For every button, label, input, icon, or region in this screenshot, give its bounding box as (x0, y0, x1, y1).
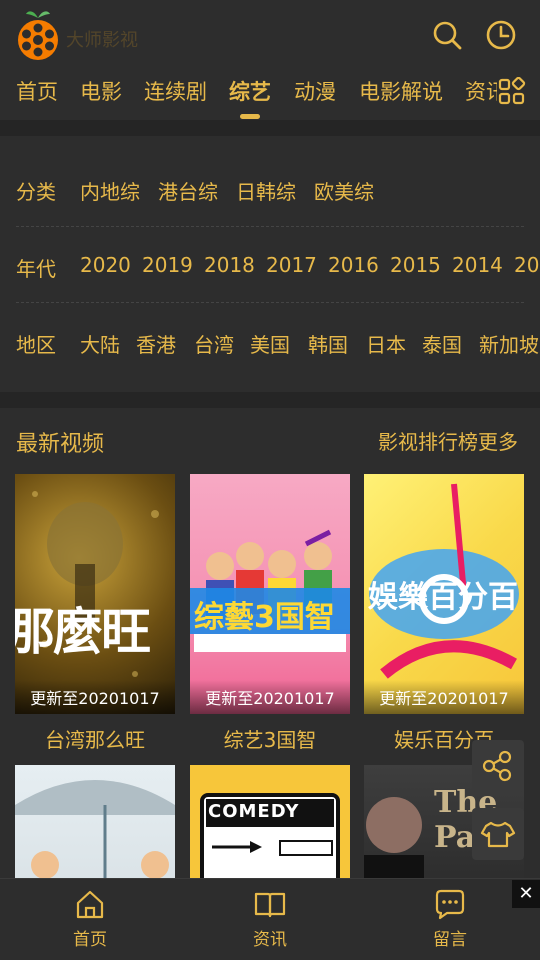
nav-item-series[interactable]: 连续剧 (144, 76, 207, 106)
filter-option[interactable]: 大陆 (80, 329, 120, 358)
app-logo[interactable]: 大师影视 (16, 8, 156, 64)
video-card[interactable]: COMEDY (190, 765, 350, 878)
nav-item-movie-commentary[interactable]: 电影解说 (359, 76, 443, 106)
search-icon[interactable] (430, 18, 464, 52)
grid-menu-icon[interactable] (497, 76, 527, 107)
filter-option[interactable]: 2018 (204, 253, 255, 277)
tab-home[interactable]: 首页 (50, 887, 130, 957)
film-reel-logo-icon (18, 11, 58, 60)
filter-option[interactable]: 泰国 (422, 329, 462, 358)
poster-title-art: 娛樂百分百 (368, 580, 518, 615)
logo-text: 大师影视 (66, 30, 138, 51)
tshirt-icon (480, 821, 516, 848)
video-poster (15, 765, 175, 878)
chat-icon (435, 889, 465, 920)
update-status: 更新至20201017 (190, 680, 350, 714)
latest-videos-section: 最新视频 影视排行榜更多 那麼旺 更新至20201017 台湾那么旺 综藝3国智… (0, 408, 540, 878)
filter-option[interactable]: 韩国 (308, 329, 348, 358)
filter-option[interactable]: 美国 (250, 329, 290, 358)
filter-option[interactable]: 2019 (142, 253, 193, 277)
filter-option[interactable]: 2013 (514, 253, 540, 277)
filter-option[interactable]: 2020 (80, 253, 131, 277)
filter-option[interactable]: 港台综 (158, 176, 218, 205)
tab-messages[interactable]: 留言 (410, 887, 490, 957)
filter-row-year: 年代 2020 2019 2018 2017 2016 2015 2014 20… (16, 227, 540, 303)
category-nav: 首页 电影 连续剧 综艺 动漫 电影解说 资讯 (0, 70, 540, 120)
video-poster: 综藝3国智 更新至20201017 (190, 474, 350, 714)
video-card[interactable]: 那麼旺 更新至20201017 台湾那么旺 (15, 474, 175, 753)
nav-item-variety[interactable]: 综艺 (229, 76, 271, 106)
filter-option[interactable]: 2014 (452, 253, 503, 277)
skin-theme-button[interactable] (472, 808, 524, 860)
nav-item-movies[interactable]: 电影 (80, 76, 122, 106)
filter-option[interactable]: 日本 (366, 329, 406, 358)
tab-label: 首页 (73, 930, 107, 950)
poster-title-art: COMEDY (208, 801, 300, 822)
tab-label: 资讯 (253, 930, 287, 950)
ranking-more-link[interactable]: 影视排行榜更多 (378, 426, 518, 455)
tab-news[interactable]: 资讯 (230, 887, 310, 957)
section-title: 最新视频 (16, 432, 105, 457)
filter-label-category: 分类 (16, 180, 56, 204)
home-icon (76, 890, 104, 919)
filter-label-year: 年代 (16, 257, 56, 281)
video-card[interactable]: 综藝3国智 更新至20201017 综艺3国智 (190, 474, 350, 753)
poster-title-art: 那麼旺 (15, 603, 151, 661)
nav-item-anime[interactable]: 动漫 (294, 76, 336, 106)
video-poster: 那麼旺 更新至20201017 (15, 474, 175, 714)
filter-label-region: 地区 (16, 333, 56, 357)
video-poster: COMEDY (190, 765, 350, 878)
video-card[interactable] (15, 765, 175, 878)
filter-option[interactable]: 日韩综 (236, 176, 296, 205)
active-tab-indicator (240, 114, 260, 119)
video-title: 台湾那么旺 (45, 728, 145, 752)
filter-panel: 分类 内地综 港台综 日韩综 欧美综 年代 2020 2019 2018 201… (0, 136, 540, 392)
app-header: 大师影视 首页 电影 连续剧 综艺 动漫 电影解说 资讯 (0, 0, 540, 120)
video-card[interactable]: 娛樂百分百 更新至20201017 娱乐百分百 (364, 474, 524, 753)
close-ad-button[interactable]: ✕ (512, 880, 540, 908)
share-icon (482, 750, 512, 782)
bottom-navigation: 首页 资讯 留言 (0, 878, 540, 960)
video-poster: 娛樂百分百 更新至20201017 (364, 474, 524, 714)
filter-option[interactable]: 香港 (136, 329, 176, 358)
filter-option[interactable]: 2017 (266, 253, 317, 277)
filter-option[interactable]: 台湾 (194, 329, 234, 358)
filter-option[interactable]: 新加坡 (479, 329, 539, 358)
filter-row-region: 地区 大陆 香港 台湾 美国 韩国 日本 泰国 新加坡 (16, 303, 540, 379)
filter-row-category: 分类 内地综 港台综 日韩综 欧美综 (16, 150, 540, 226)
filter-option[interactable]: 2015 (390, 253, 441, 277)
poster-title-art: 综藝3国智 (194, 600, 335, 635)
filter-option[interactable]: 欧美综 (314, 176, 374, 205)
book-icon (254, 892, 286, 918)
video-title: 综艺3国智 (223, 728, 317, 752)
share-button[interactable] (472, 740, 524, 792)
update-status: 更新至20201017 (364, 680, 524, 714)
update-status: 更新至20201017 (15, 680, 175, 714)
tab-label: 留言 (433, 930, 467, 950)
history-clock-icon[interactable] (484, 18, 518, 52)
filter-option[interactable]: 内地综 (80, 176, 140, 205)
filter-option[interactable]: 2016 (328, 253, 379, 277)
nav-item-home[interactable]: 首页 (16, 76, 58, 106)
